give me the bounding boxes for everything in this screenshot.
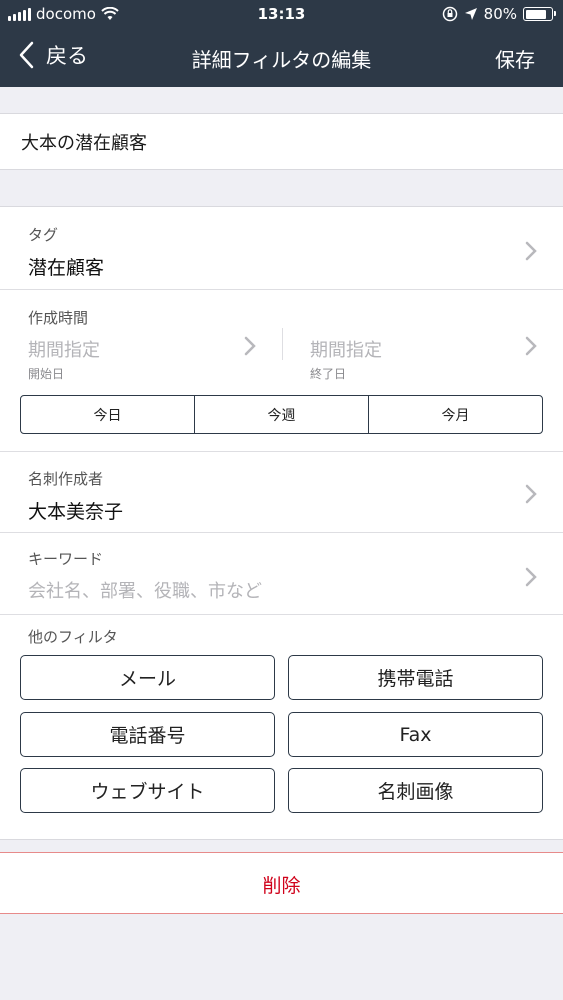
battery-icon [523,7,556,21]
start-date-caption: 開始日 [28,367,65,381]
tag-value: 潜在顧客 [28,257,105,279]
end-date-caption: 終了日 [310,367,347,381]
keyword-label: キーワード [28,550,104,568]
save-button[interactable]: 保存 [495,44,535,73]
filter-email-button[interactable]: メール [20,655,275,700]
filter-fax-button[interactable]: Fax [288,712,543,757]
filter-name-value: 大本の潜在顧客 [21,133,147,154]
battery-percent: 80% [483,5,517,23]
app-header: docomo 13:13 80% 戻る 詳細フィルタの編集 保存 [0,0,563,87]
filter-website-button[interactable]: ウェブサイト [20,768,275,813]
chevron-right-icon [525,567,537,587]
creator-value: 大本美奈子 [28,501,124,523]
back-label: 戻る [46,44,88,68]
delete-button[interactable]: 削除 [0,852,563,914]
range-this-month-button[interactable]: 今月 [368,396,542,433]
created-time-label: 作成時間 [28,309,89,327]
start-date-placeholder: 期間指定 [28,340,100,361]
filter-mobile-phone-button[interactable]: 携帯電話 [288,655,543,700]
delete-label: 削除 [262,875,301,897]
filter-settings-section: タグ 潜在顧客 作成時間 期間指定 開始日 期間指定 終了日 今日 今週 今月 [0,206,563,840]
creator-row[interactable]: 名刺作成者 大本美奈子 [0,452,563,532]
range-this-week-button[interactable]: 今週 [194,396,368,433]
location-arrow-icon [464,8,477,20]
range-today-button[interactable]: 今日 [21,396,194,433]
chevron-left-icon [19,41,34,69]
filter-name-field[interactable]: 大本の潜在顧客 [0,113,563,170]
navigation-bar: 戻る 詳細フィルタの編集 保存 [0,30,563,87]
divider [0,614,563,615]
end-date-placeholder: 期間指定 [310,340,382,361]
creator-label: 名刺作成者 [28,470,104,488]
orientation-lock-icon [442,6,457,22]
status-bar: docomo 13:13 80% [0,0,563,30]
chevron-right-icon [244,336,256,356]
start-date-picker[interactable]: 期間指定 開始日 [0,328,282,384]
other-filters-label: 他のフィルタ [28,628,118,646]
filter-card-image-button[interactable]: 名刺画像 [288,768,543,813]
chevron-right-icon [525,241,537,261]
tag-label: タグ [28,226,59,244]
filter-phone-number-button[interactable]: 電話番号 [20,712,275,757]
tag-row[interactable]: タグ 潜在顧客 [0,207,563,289]
quick-range-segmented-control: 今日 今週 今月 [20,395,543,434]
back-button[interactable]: 戻る [18,40,88,70]
keyword-row[interactable]: キーワード 会社名、部署、役職、市など [0,533,563,614]
chevron-right-icon [525,336,537,356]
keyword-placeholder: 会社名、部署、役職、市など [28,581,262,602]
end-date-picker[interactable]: 期間指定 終了日 [283,328,563,384]
chevron-right-icon [525,484,537,504]
